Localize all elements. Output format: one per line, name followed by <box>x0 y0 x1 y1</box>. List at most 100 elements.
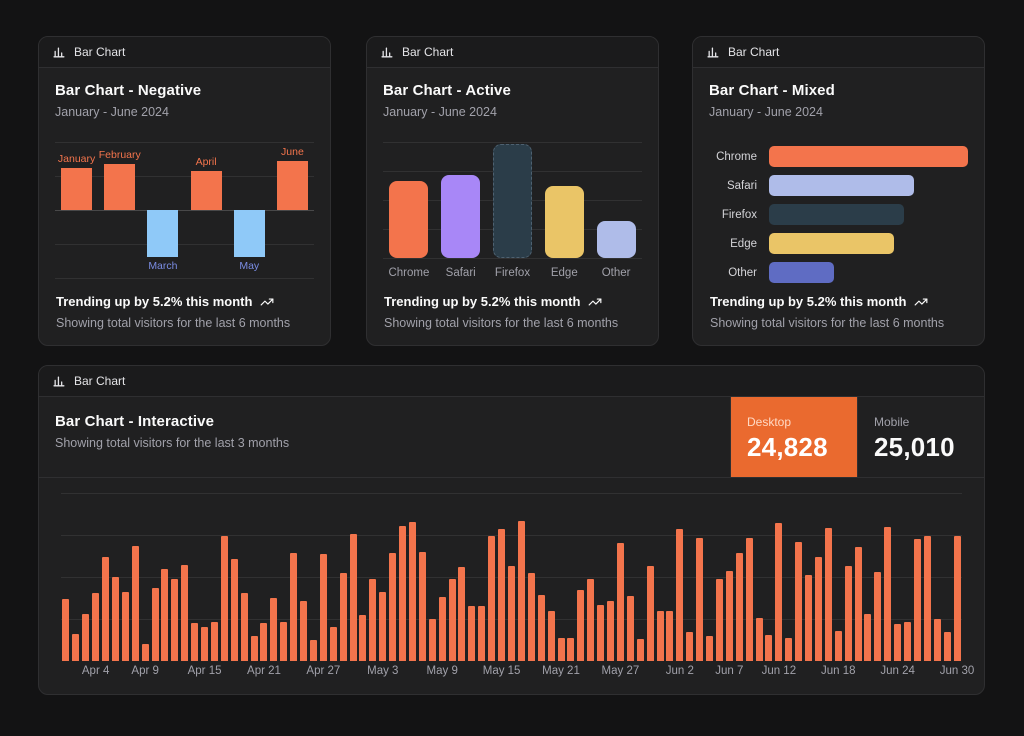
bar[interactable] <box>696 538 703 661</box>
bar[interactable] <box>617 543 624 661</box>
bar[interactable] <box>161 569 168 661</box>
bar[interactable] <box>676 529 683 661</box>
bar[interactable] <box>191 171 222 210</box>
bar[interactable] <box>330 627 337 661</box>
bar[interactable] <box>468 606 475 661</box>
bar[interactable] <box>181 565 188 661</box>
bar[interactable] <box>191 623 198 661</box>
bar[interactable] <box>142 644 149 661</box>
bar[interactable] <box>538 595 545 661</box>
bar[interactable] <box>409 522 416 661</box>
bar[interactable] <box>914 539 921 661</box>
bar[interactable] <box>686 632 693 661</box>
bar[interactable] <box>795 542 802 661</box>
bar[interactable] <box>310 640 317 661</box>
bar[interactable] <box>498 529 505 661</box>
bar[interactable] <box>805 575 812 661</box>
bar[interactable] <box>320 554 327 661</box>
bar[interactable] <box>864 614 871 661</box>
bar[interactable] <box>815 557 822 661</box>
bar[interactable] <box>359 615 366 661</box>
bar[interactable] <box>726 571 733 661</box>
bar[interactable] <box>493 144 532 258</box>
bar[interactable] <box>934 619 941 661</box>
bar[interactable] <box>716 579 723 661</box>
bar[interactable] <box>439 597 446 661</box>
bar[interactable] <box>756 618 763 661</box>
interactive-bar-chart[interactable]: Apr 4Apr 9Apr 15Apr 21Apr 27May 3May 9Ma… <box>51 493 972 683</box>
bar[interactable] <box>627 596 634 661</box>
bar[interactable] <box>241 593 248 661</box>
bar[interactable] <box>152 588 159 661</box>
bar[interactable] <box>577 590 584 661</box>
bar[interactable] <box>845 566 852 661</box>
desktop-toggle-button[interactable]: Desktop 24,828 <box>730 397 857 477</box>
bar[interactable] <box>419 552 426 661</box>
bar[interactable] <box>736 553 743 661</box>
bar[interactable] <box>518 521 525 661</box>
mobile-toggle-button[interactable]: Mobile 25,010 <box>857 397 984 477</box>
bar[interactable] <box>855 547 862 661</box>
bar[interactable] <box>769 262 834 283</box>
bar[interactable] <box>769 146 968 167</box>
bar[interactable] <box>769 175 914 196</box>
bar[interactable] <box>458 567 465 661</box>
bar[interactable] <box>874 572 881 661</box>
bar[interactable] <box>558 638 565 661</box>
bar[interactable] <box>280 622 287 661</box>
bar[interactable] <box>567 638 574 661</box>
bar[interactable] <box>221 536 228 661</box>
bar[interactable] <box>201 627 208 661</box>
negative-bar-chart[interactable]: JanuaryFebruaryMarchAprilMayJune <box>55 142 314 278</box>
bar[interactable] <box>666 611 673 661</box>
bar[interactable] <box>769 204 904 225</box>
mixed-bar-chart[interactable]: ChromeSafariFirefoxEdgeOther <box>709 142 968 287</box>
bar[interactable] <box>884 527 891 661</box>
bar[interactable] <box>924 536 931 661</box>
bar[interactable] <box>894 624 901 661</box>
bar[interactable] <box>132 546 139 661</box>
bar[interactable] <box>231 559 238 661</box>
bar[interactable] <box>300 601 307 661</box>
bar[interactable] <box>102 557 109 661</box>
bar[interactable] <box>211 622 218 661</box>
bar[interactable] <box>488 536 495 661</box>
bar[interactable] <box>944 632 951 661</box>
bar[interactable] <box>597 605 604 661</box>
bar[interactable] <box>62 599 69 661</box>
bar[interactable] <box>769 233 894 254</box>
bar[interactable] <box>545 186 584 258</box>
bar[interactable] <box>597 221 636 258</box>
bar[interactable] <box>775 523 782 661</box>
bar[interactable] <box>904 622 911 661</box>
bar[interactable] <box>104 164 135 210</box>
bar[interactable] <box>441 175 480 258</box>
bar[interactable] <box>260 623 267 661</box>
bar[interactable] <box>61 168 92 210</box>
bar[interactable] <box>647 566 654 661</box>
bar[interactable] <box>508 566 515 661</box>
active-bar-chart[interactable]: ChromeSafariFirefoxEdgeOther <box>383 142 642 280</box>
bar[interactable] <box>746 538 753 661</box>
bar[interactable] <box>112 577 119 661</box>
bar[interactable] <box>389 181 428 258</box>
bar[interactable] <box>785 638 792 661</box>
bar[interactable] <box>607 601 614 661</box>
bar[interactable] <box>765 635 772 661</box>
bar[interactable] <box>706 636 713 661</box>
bar[interactable] <box>637 639 644 661</box>
bar[interactable] <box>369 579 376 661</box>
bar[interactable] <box>277 161 308 210</box>
bar[interactable] <box>587 579 594 661</box>
bar[interactable] <box>72 634 79 661</box>
bar[interactable] <box>82 614 89 661</box>
bar[interactable] <box>147 210 178 257</box>
bar[interactable] <box>251 636 258 661</box>
bar[interactable] <box>379 592 386 661</box>
bar[interactable] <box>234 210 265 257</box>
bar[interactable] <box>548 611 555 661</box>
bar[interactable] <box>270 598 277 661</box>
bar[interactable] <box>340 573 347 661</box>
bar[interactable] <box>350 534 357 661</box>
bar[interactable] <box>528 573 535 661</box>
